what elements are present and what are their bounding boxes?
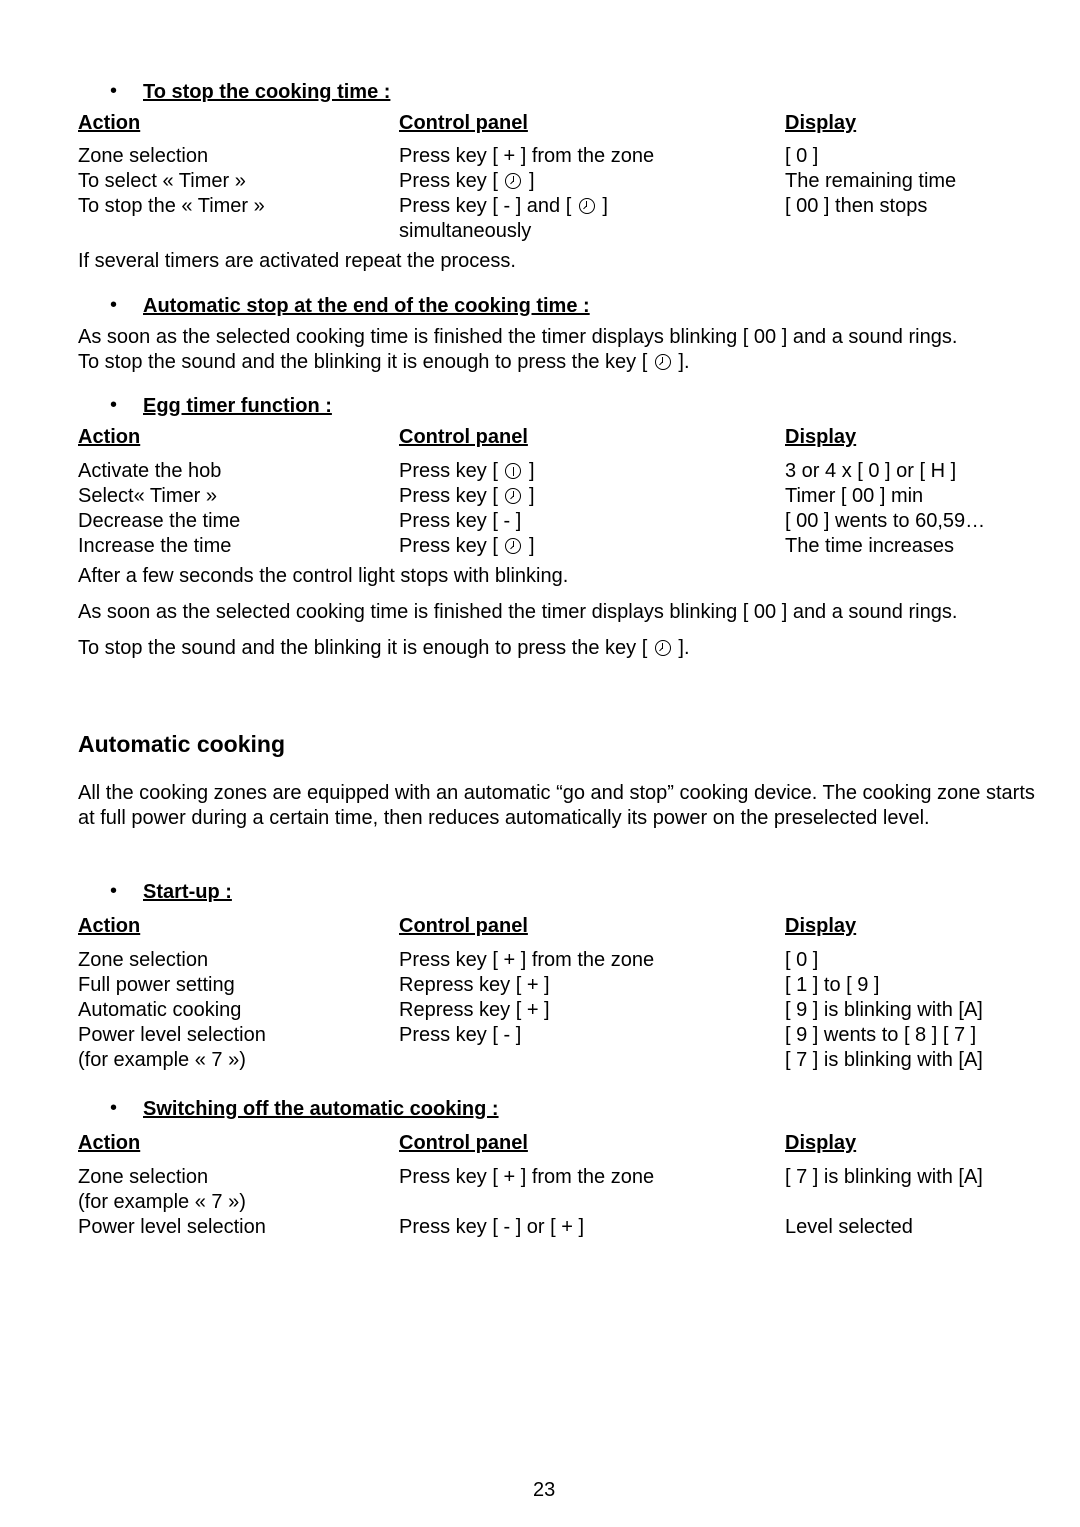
row-control: Press key [ - ] and [ ] (399, 195, 608, 217)
row-control: Press key [ - ] (399, 510, 522, 532)
row-action: To stop the « Timer » (78, 195, 265, 217)
bullet: • (110, 80, 118, 102)
row-action: Zone selection (78, 145, 209, 167)
row-control: Press key [ + ] from the zone (399, 145, 655, 167)
clock-icon (505, 538, 522, 554)
row-display: [ 1 ] to [ 9 ] (785, 974, 880, 996)
row-display: [ 0 ] (785, 949, 819, 971)
row-action: Power level selection (78, 1024, 266, 1046)
clock-icon (654, 640, 671, 656)
row-action: Power level selection (78, 1216, 266, 1238)
row-display: [ 9 ] is blinking with [A] (785, 999, 983, 1021)
header-display: Display (785, 915, 857, 937)
header-action: Action (78, 915, 141, 937)
header-control-panel: Control panel (399, 426, 528, 448)
note: To stop the sound and the blinking it is… (78, 637, 690, 659)
row-control: Repress key [ + ] (399, 974, 550, 996)
row-control: Repress key [ + ] (399, 999, 550, 1021)
power-icon (505, 463, 522, 479)
row-display: [ 00 ] wents to 60,59… (785, 510, 986, 532)
header-control-panel: Control panel (399, 915, 528, 937)
row-control: Press key [ - ] or [ + ] (399, 1216, 585, 1238)
header-action: Action (78, 426, 141, 448)
row-action: (for example « 7 ») (78, 1049, 246, 1071)
bullet: • (110, 880, 118, 902)
row-action: Decrease the time (78, 510, 241, 532)
header-control-panel: Control panel (399, 1132, 528, 1154)
row-display: Timer [ 00 ] min (785, 485, 924, 507)
row-action: To select « Timer » (78, 170, 246, 192)
row-display: [ 9 ] wents to [ 8 ] [ 7 ] (785, 1024, 977, 1046)
header-display: Display (785, 1132, 857, 1154)
row-control: Press key [ - ] (399, 1024, 522, 1046)
row-display: [ 0 ] (785, 145, 819, 167)
section-title-startup: Start-up : (143, 881, 232, 903)
row-control: Press key [ ] (399, 460, 535, 482)
paragraph-line: As soon as the selected cooking time is … (78, 326, 958, 348)
header-display: Display (785, 112, 857, 134)
header-action: Action (78, 1132, 141, 1154)
note: After a few seconds the control light st… (78, 565, 569, 587)
note: If several timers are activated repeat t… (78, 250, 516, 272)
row-display: The time increases (785, 535, 954, 557)
header-display: Display (785, 426, 857, 448)
section-title-stop-cooking: To stop the cooking time : (143, 81, 391, 103)
row-action: Activate the hob (78, 460, 222, 482)
row-control: Press key [ + ] from the zone (399, 949, 655, 971)
row-display: 3 or 4 x [ 0 ] or [ H ] (785, 460, 957, 482)
clock-icon (654, 354, 671, 370)
section-title-egg-timer: Egg timer function : (143, 395, 332, 417)
row-display: [ 7 ] is blinking with [A] (785, 1166, 983, 1188)
clock-icon (578, 198, 595, 214)
row-control: Press key [ ] (399, 535, 535, 557)
row-control: Press key [ + ] from the zone (399, 1166, 655, 1188)
row-action: (for example « 7 ») (78, 1191, 246, 1213)
section-title-switch-off: Switching off the automatic cooking : (143, 1098, 499, 1120)
row-action: Zone selection (78, 949, 209, 971)
note: As soon as the selected cooking time is … (78, 601, 958, 623)
row-control-line2: simultaneously (399, 220, 532, 242)
section-heading-automatic-cooking: Automatic cooking (78, 731, 286, 757)
row-display: The remaining time (785, 170, 957, 192)
bullet: • (110, 294, 118, 316)
row-display: [ 00 ] then stops (785, 195, 928, 217)
header-action: Action (78, 112, 141, 134)
row-action: Select« Timer » (78, 485, 217, 507)
row-action: Automatic cooking (78, 999, 242, 1021)
bullet: • (110, 394, 118, 416)
row-control: Press key [ ] (399, 170, 535, 192)
paragraph-line: To stop the sound and the blinking it is… (78, 351, 690, 373)
intro-paragraph: All the cooking zones are equipped with … (78, 782, 1035, 829)
row-action: Zone selection (78, 1166, 209, 1188)
header-control-panel: Control panel (399, 112, 528, 134)
bullet: • (110, 1097, 118, 1119)
row-action: Increase the time (78, 535, 232, 557)
row-display: Level selected (785, 1216, 913, 1238)
row-action: Full power setting (78, 974, 235, 996)
section-title-auto-stop: Automatic stop at the end of the cooking… (143, 295, 590, 317)
clock-icon (505, 488, 522, 504)
clock-icon (505, 173, 522, 189)
row-control: Press key [ ] (399, 485, 535, 507)
row-display: [ 7 ] is blinking with [A] (785, 1049, 983, 1071)
page-number: 23 (533, 1479, 556, 1501)
